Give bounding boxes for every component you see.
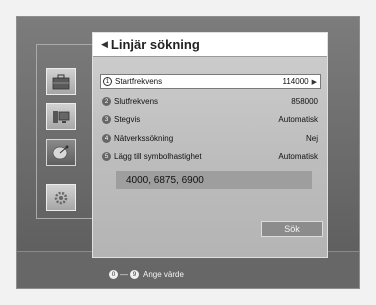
symbol-rate-value: 4000, 6875, 6900 <box>126 174 204 186</box>
sidebar-item-satellite[interactable] <box>46 139 76 166</box>
row-label: Stegvis <box>114 115 141 124</box>
satellite-dish-icon <box>52 145 69 159</box>
key-hint: 0 — 9 Ange värde <box>109 270 184 279</box>
row-value: Automatisk <box>278 152 318 161</box>
row-value: 858000 <box>291 97 318 106</box>
row-label: Lägg till symbolhastighet <box>114 152 202 161</box>
row-add-symbol-rate[interactable]: 5 Lägg till symbolhastighet Automatisk <box>100 149 321 164</box>
chevron-right-icon: ▶ <box>311 78 317 86</box>
row-label: Startfrekvens <box>115 77 163 86</box>
row-step[interactable]: 3 Stegvis Automatisk <box>100 112 321 127</box>
number-badge-2: 2 <box>102 97 111 106</box>
sidebar-item-briefcase[interactable] <box>46 68 76 95</box>
key-0-icon: 0 <box>109 270 118 279</box>
gear-icon <box>54 191 68 204</box>
symbol-rate-field[interactable]: 4000, 6875, 6900 <box>116 171 312 189</box>
page-title: Linjär sökning <box>110 37 200 52</box>
hint-dash: — <box>120 270 128 279</box>
title-bar: ◀ Linjär sökning <box>93 33 327 57</box>
number-badge-3: 3 <box>102 115 111 124</box>
row-end-frequency[interactable]: 2 Slutfrekvens 858000 <box>100 94 321 109</box>
number-badge-4: 4 <box>102 134 111 143</box>
sidebar-item-computer[interactable] <box>46 103 76 130</box>
back-arrow-icon[interactable]: ◀ <box>101 39 108 50</box>
row-value: Automatisk <box>278 115 318 124</box>
sidebar-item-settings[interactable] <box>46 184 76 211</box>
search-button[interactable]: Sök <box>261 221 323 237</box>
row-value: 114000 <box>282 77 309 86</box>
row-value: Nej <box>305 134 318 143</box>
row-start-frequency[interactable]: 1 Startfrekvens 114000 ▶ <box>100 74 321 89</box>
number-badge-5: 5 <box>102 152 111 161</box>
briefcase-icon <box>52 74 70 89</box>
row-label: Slutfrekvens <box>114 97 159 106</box>
key-9-icon: 9 <box>130 270 139 279</box>
row-network-search[interactable]: 4 Nätverkssökning Nej <box>100 131 321 146</box>
row-label: Nätverkssökning <box>114 134 174 143</box>
number-badge-1: 1 <box>103 77 112 86</box>
computer-icon <box>53 110 70 123</box>
linear-search-panel: ◀ Linjär sökning 1 Startfrekvens 114000 … <box>92 32 328 258</box>
hint-text: Ange värde <box>143 270 184 279</box>
